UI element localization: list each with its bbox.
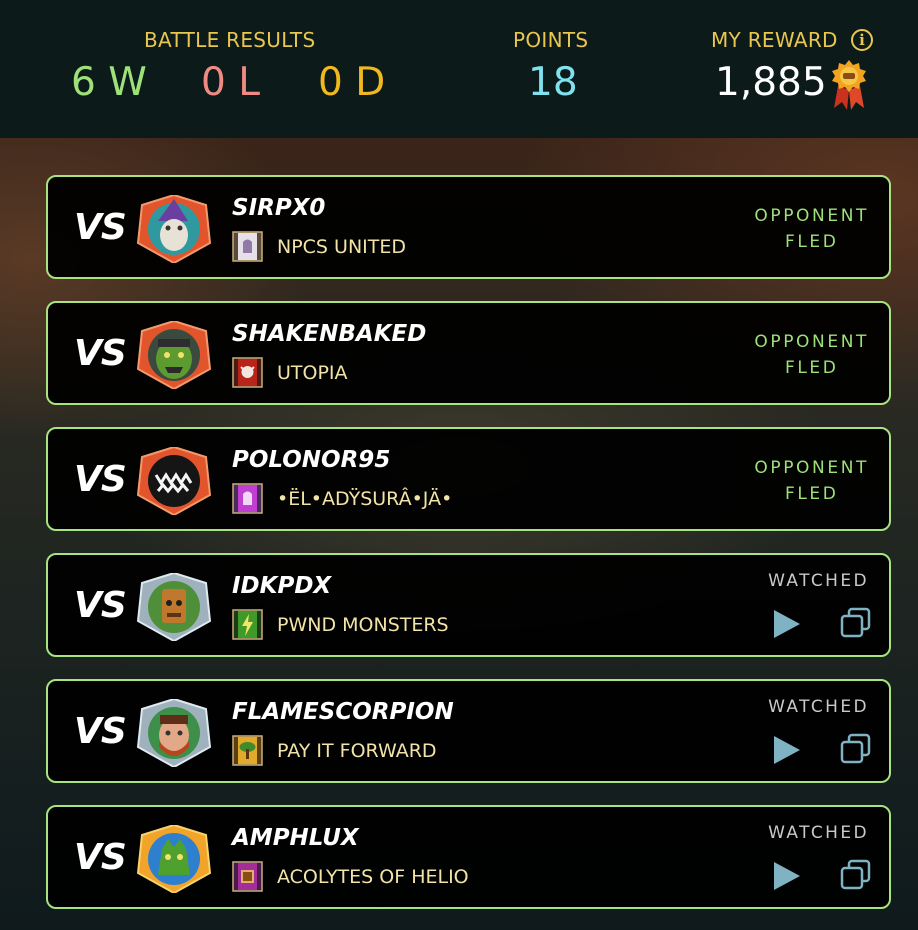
play-replay-button[interactable]: [770, 859, 802, 893]
battle-results-label: BATTLE RESULTS: [144, 28, 316, 52]
points-value: 18: [528, 60, 578, 105]
copy-link-button[interactable]: [840, 733, 872, 765]
vs-label: VS: [74, 711, 127, 752]
info-icon[interactable]: i: [851, 29, 873, 51]
guild-banner-icon: [232, 357, 263, 388]
vs-label: VS: [74, 837, 127, 878]
watched-label: WATCHED: [768, 697, 869, 717]
draws-count: 0 D: [318, 60, 386, 105]
losses-count: 0 L: [201, 60, 260, 105]
play-replay-button[interactable]: [770, 607, 802, 641]
status-line: OPPONENT: [754, 458, 869, 478]
guild-banner-icon: [232, 861, 263, 892]
guild-name[interactable]: NPCS UNITED: [277, 236, 406, 258]
guild-name[interactable]: •ËL•ADŸSURÂ•JÄ•: [277, 488, 452, 510]
battle-status: OPPONENT FLED: [754, 455, 869, 507]
opponent-avatar: [136, 321, 212, 389]
opponent-avatar: [136, 447, 212, 515]
my-reward-label: MY REWARD: [711, 28, 838, 52]
play-replay-button[interactable]: [770, 733, 802, 767]
battle-card: VS SHAKENBAKED UTOPIA OPPONENT FLED: [46, 301, 891, 405]
opponent-name[interactable]: SHAKENBAKED: [232, 321, 426, 347]
opponent-name[interactable]: IDKPDX: [232, 573, 331, 599]
status-line: OPPONENT: [754, 332, 869, 352]
guild-banner-icon: [232, 483, 263, 514]
guild-name[interactable]: PWND MONSTERS: [277, 614, 449, 636]
battle-card: VS IDKPDX PWND MONSTERS WATCHED: [46, 553, 891, 657]
battle-status: OPPONENT FLED: [754, 203, 869, 255]
battle-card: VS SIRPX0 NPCS UNITED OPPONENT FLED: [46, 175, 891, 279]
guild-banner-icon: [232, 609, 263, 640]
opponent-avatar: [136, 699, 212, 767]
status-line: FLED: [784, 358, 839, 378]
guild-banner-icon: [232, 735, 263, 766]
vs-label: VS: [74, 459, 127, 500]
battle-summary-header: BATTLE RESULTS 6 W 0 L 0 D POINTS 18 MY …: [0, 0, 918, 138]
watched-label: WATCHED: [768, 823, 869, 843]
vs-label: VS: [74, 333, 127, 374]
reward-value: 1,885: [715, 60, 827, 105]
guild-name[interactable]: UTOPIA: [277, 362, 348, 384]
opponent-avatar: [136, 573, 212, 641]
copy-link-button[interactable]: [840, 859, 872, 891]
opponent-avatar: [136, 825, 212, 893]
opponent-name[interactable]: FLAMESCORPION: [232, 699, 454, 725]
opponent-avatar: [136, 195, 212, 263]
status-line: FLED: [784, 484, 839, 504]
battle-status: OPPONENT FLED: [754, 329, 869, 381]
status-line: OPPONENT: [754, 206, 869, 226]
opponent-name[interactable]: SIRPX0: [232, 195, 325, 221]
guild-name[interactable]: ACOLYTES OF HELIO: [277, 866, 469, 888]
guild-banner-icon: [232, 231, 263, 262]
copy-link-button[interactable]: [840, 607, 872, 639]
watched-label: WATCHED: [768, 571, 869, 591]
vs-label: VS: [74, 585, 127, 626]
guild-name[interactable]: PAY IT FORWARD: [277, 740, 437, 762]
points-label: POINTS: [513, 28, 589, 52]
opponent-name[interactable]: POLONOR95: [232, 447, 390, 473]
opponent-name[interactable]: AMPHLUX: [232, 825, 359, 851]
battle-card: VS FLAMESCORPION PAY IT FORWARD WATCHED: [46, 679, 891, 783]
battle-card: VS AMPHLUX ACOLYTES OF HELIO WATCHED: [46, 805, 891, 909]
status-line: FLED: [784, 232, 839, 252]
wins-count: 6 W: [71, 60, 147, 105]
battle-card: VS POLONOR95 •ËL•ADŸSURÂ•JÄ• OPPONENT FL…: [46, 427, 891, 531]
medal-icon: [832, 60, 866, 110]
vs-label: VS: [74, 207, 127, 248]
